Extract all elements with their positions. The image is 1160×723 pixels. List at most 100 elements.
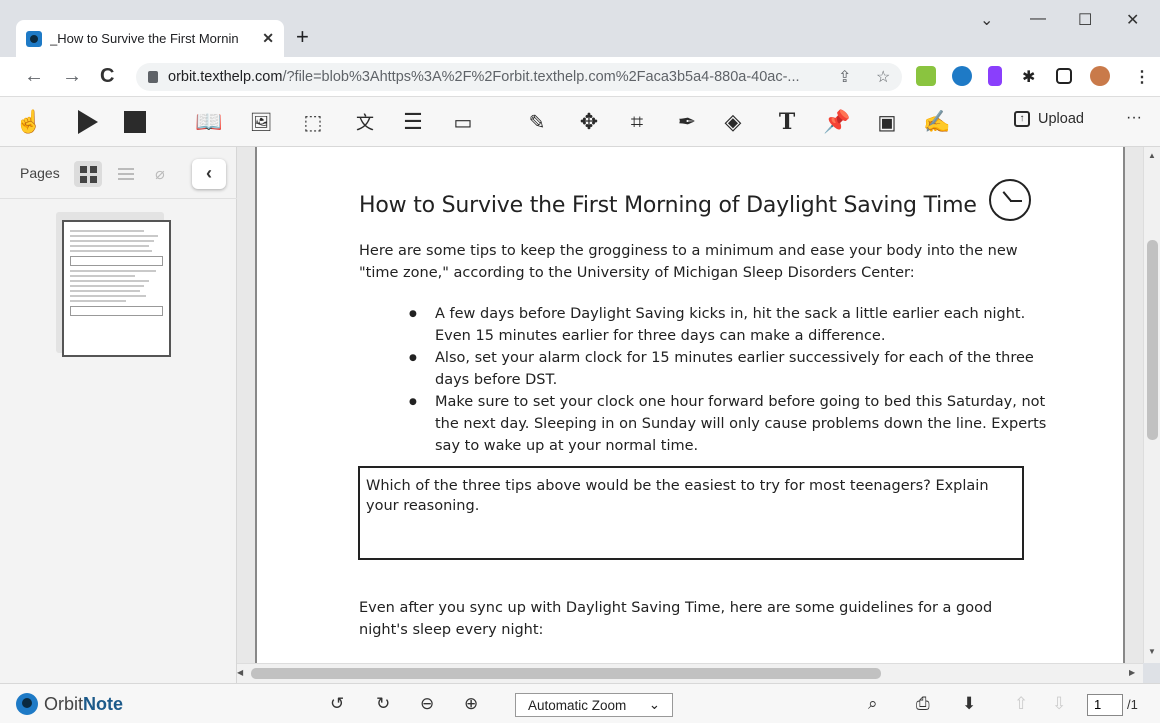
tab-strip: _How to Survive the First Mornin ✕ + ⌄ —… — [0, 0, 1160, 57]
url-path: /?file=blob%3Ahttps%3A%2F%2Forbit.texthe… — [282, 69, 800, 85]
thumbnail-view-button[interactable] — [74, 161, 102, 187]
after-line-1: Even after you sync up with Daylight Sav… — [359, 600, 993, 616]
url-host: orbit.texthelp.com — [168, 69, 283, 85]
page-thumbnail[interactable] — [62, 220, 171, 357]
scroll-down-arrow-icon[interactable]: ▼ — [1148, 647, 1156, 656]
chevron-down-icon: ⌄ — [648, 697, 660, 712]
orbitnote-logo: Orbit Note — [16, 693, 123, 715]
previous-page-icon[interactable]: ⇧ — [1014, 694, 1028, 714]
url-field[interactable]: orbit.texthelp.com/?file=blob%3Ahttps%3A… — [136, 63, 902, 91]
download-icon[interactable]: ⬇ — [962, 694, 976, 714]
lock-icon — [148, 71, 158, 83]
scroll-right-arrow-icon[interactable]: ▶ — [1129, 668, 1135, 677]
back-arrow-icon[interactable]: ← — [24, 65, 44, 88]
play-icon[interactable] — [78, 110, 98, 134]
collapse-sidebar-button[interactable]: ‹ — [192, 159, 226, 189]
after-line-2: night's sleep every night: — [359, 622, 544, 638]
extensions-puzzle-icon[interactable]: ✱ — [1022, 67, 1035, 87]
list-outline-icon — [118, 168, 134, 180]
bottom-bar: Orbit Note ↺ ↻ ⊖ ⊕ Automatic Zoom ⌄ ⌕ ⎙ ⬇… — [0, 683, 1160, 723]
page-number-input[interactable]: 1 — [1087, 694, 1123, 716]
more-options-button[interactable]: ··· — [1126, 109, 1142, 127]
scroll-up-arrow-icon[interactable]: ▲ — [1148, 151, 1156, 160]
zoom-in-icon[interactable]: ⊕ — [464, 694, 478, 714]
profile-avatar[interactable] — [1090, 66, 1110, 86]
text-tool-icon[interactable]: T — [774, 109, 800, 135]
sidebar-header: Pages ⌀ ‹ — [0, 147, 237, 199]
address-bar: ← → C orbit.texthelp.com/?file=blob%3Aht… — [0, 57, 1160, 97]
document-title: How to Survive the First Morning of Dayl… — [359, 193, 977, 218]
eraser-icon[interactable]: ◈ — [720, 109, 746, 135]
sign-icon[interactable]: ✍ — [923, 109, 950, 135]
extension-rw-icon[interactable] — [916, 66, 936, 86]
page-total: /1 — [1127, 697, 1138, 712]
pages-sidebar: Pages ⌀ ‹ — [0, 147, 237, 683]
box-select-icon[interactable]: ⌗ — [624, 109, 650, 135]
maximize-button[interactable]: ☐ — [1078, 10, 1092, 30]
paperclip-icon: ⌀ — [155, 166, 165, 183]
tab-title: _How to Survive the First Mornin — [50, 31, 239, 46]
browser-tab[interactable]: _How to Survive the First Mornin ✕ — [16, 20, 284, 57]
logo-note-text: Note — [83, 693, 124, 714]
document-viewer[interactable]: How to Survive the First Morning of Dayl… — [237, 147, 1143, 663]
screen-selection-icon[interactable]: ⬚ — [300, 109, 326, 135]
extension-orbit-icon[interactable] — [952, 66, 972, 86]
chrome-menu-icon[interactable]: ⋮ — [1134, 67, 1150, 87]
forward-arrow-icon[interactable]: → — [62, 65, 82, 88]
extension-purple-icon[interactable] — [988, 66, 1002, 86]
list-item: Also, set your alarm clock for 15 minute… — [409, 347, 1049, 391]
screen-mask-icon[interactable]: ▭ — [450, 109, 476, 135]
list-icon[interactable]: ☰ — [400, 109, 426, 135]
vertical-scroll-thumb[interactable] — [1147, 240, 1158, 440]
pen-icon[interactable]: ✒ — [674, 109, 700, 135]
pin-icon[interactable]: 📌 — [823, 109, 850, 135]
clock-icon — [989, 179, 1031, 221]
tips-list: A few days before Daylight Saving kicks … — [409, 303, 1049, 457]
tab-close-icon[interactable]: ✕ — [262, 30, 274, 47]
dictionary-book-icon[interactable]: 📖 — [195, 109, 222, 135]
upload-button[interactable]: ↑ Upload — [1014, 111, 1084, 127]
bookmark-star-icon[interactable]: ☆ — [876, 67, 890, 87]
hover-speech-icon[interactable]: ☝ — [15, 109, 42, 135]
close-window-button[interactable]: ✕ — [1126, 10, 1139, 30]
grid-icon — [79, 165, 97, 183]
new-tab-button[interactable]: + — [296, 24, 309, 50]
question-box[interactable]: Which of the three tips above would be t… — [358, 466, 1024, 560]
horizontal-scroll-thumb[interactable] — [251, 668, 881, 679]
orbitnote-logo-icon — [16, 693, 38, 715]
pdf-page: How to Survive the First Morning of Dayl… — [255, 147, 1125, 663]
reload-icon[interactable]: C — [100, 65, 114, 88]
tab-search-chevron-icon[interactable]: ⌄ — [980, 10, 993, 30]
translate-icon[interactable]: 文 — [352, 109, 378, 135]
outline-view-button[interactable] — [112, 161, 140, 187]
zoom-select[interactable]: Automatic Zoom ⌄ — [515, 693, 673, 717]
rotate-clockwise-icon[interactable]: ↻ — [376, 694, 390, 714]
add-image-icon[interactable]: ▣ — [874, 109, 900, 135]
minimize-button[interactable]: — — [1030, 10, 1046, 28]
print-icon[interactable]: ⎙ — [916, 694, 930, 714]
zoom-out-icon[interactable]: ⊖ — [420, 694, 434, 714]
browser-window: _How to Survive the First Mornin ✕ + ⌄ —… — [0, 0, 1160, 723]
intro-line-2: "time zone," according to the University… — [359, 265, 915, 281]
picture-dictionary-icon[interactable]: 🖼 — [248, 109, 274, 135]
search-icon[interactable]: ⌕ — [868, 694, 878, 714]
highlighter-icon[interactable]: ✎ — [524, 109, 550, 135]
share-icon[interactable]: ⇪ — [838, 67, 851, 87]
scroll-left-arrow-icon[interactable]: ◀ — [237, 668, 243, 677]
logo-orbit-text: Orbit — [44, 693, 84, 714]
intro-line-1: Here are some tips to keep the groggines… — [359, 243, 1018, 259]
horizontal-scrollbar[interactable]: ◀ ▶ — [237, 663, 1143, 683]
vertical-scrollbar[interactable]: ▲ ▼ — [1143, 147, 1160, 663]
upload-icon: ↑ — [1014, 111, 1030, 127]
list-item: Make sure to set your clock one hour for… — [409, 391, 1049, 457]
attachments-button[interactable]: ⌀ — [146, 161, 174, 187]
upload-label: Upload — [1038, 111, 1084, 127]
shape-icon[interactable]: ✥ — [576, 109, 602, 135]
orbitnote-favicon-icon — [26, 30, 42, 47]
side-panel-icon[interactable] — [1056, 68, 1072, 84]
orbitnote-toolbar: ☝ 📖 🖼 ⬚ 文 ☰ ▭ ✎ ✥ ⌗ ✒ ◈ T 📌 ▣ ✍ ↑ Upload… — [0, 97, 1160, 147]
list-item: A few days before Daylight Saving kicks … — [409, 303, 1049, 347]
next-page-icon[interactable]: ⇩ — [1052, 694, 1066, 714]
stop-icon[interactable] — [124, 111, 146, 133]
rotate-counterclockwise-icon[interactable]: ↺ — [330, 694, 344, 714]
